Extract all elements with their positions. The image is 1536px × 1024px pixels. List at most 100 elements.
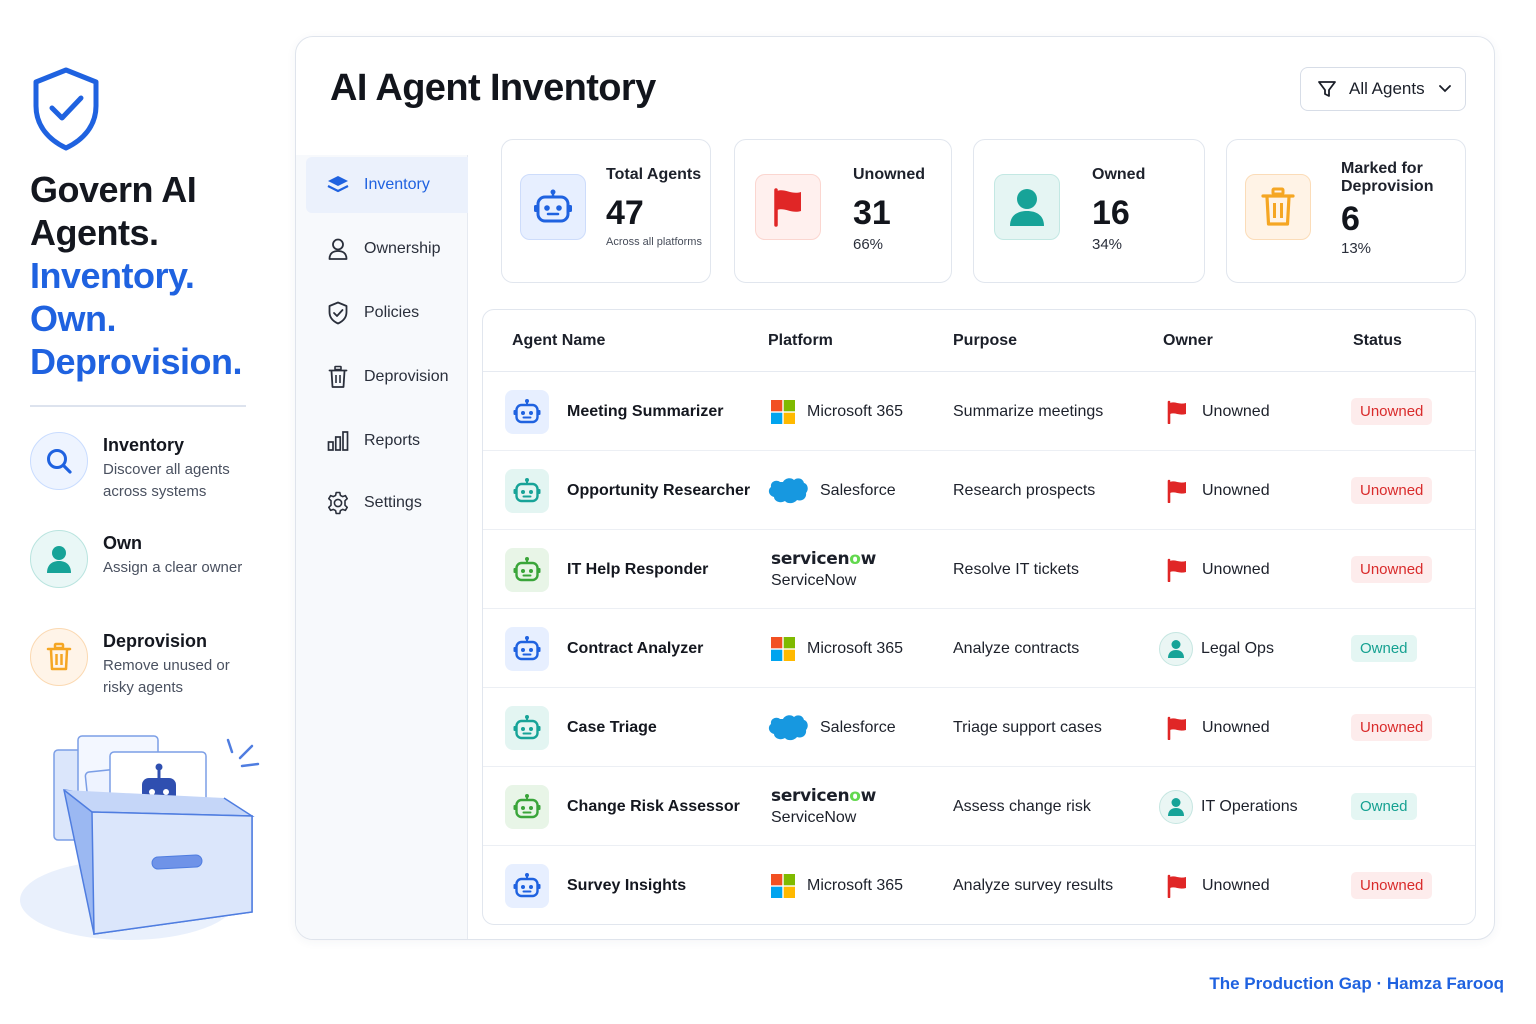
table-row[interactable]: IT Help Responder servicenow ServiceNow …: [483, 530, 1475, 609]
robot-icon: [505, 468, 549, 513]
microsoft-logo-icon: [771, 399, 795, 424]
owner-name: Unowned: [1202, 481, 1270, 499]
purpose-cell: Resolve IT tickets: [953, 560, 1079, 578]
owner-cell: Legal Ops: [1159, 609, 1274, 688]
agent-name[interactable]: Change Risk Assessor: [567, 798, 740, 816]
purpose-cell: Assess change risk: [953, 797, 1091, 815]
agent-name[interactable]: IT Help Responder: [567, 561, 708, 579]
feature-desc: Assign a clear owner: [103, 559, 243, 576]
servicenow-logo: servicenow ServiceNow: [771, 548, 877, 589]
bar-chart-icon: [326, 429, 350, 453]
table-row[interactable]: Contract Analyzer Microsoft 365 Analyze …: [483, 609, 1475, 688]
shield-check-icon: [326, 301, 350, 325]
purpose-cell: Analyze survey results: [953, 876, 1114, 894]
purpose-cell: Summarize meetings: [953, 402, 1104, 420]
flag-icon: [1166, 874, 1188, 898]
table-row[interactable]: Change Risk Assessor servicenow ServiceN…: [483, 767, 1475, 846]
flag-icon: [1166, 558, 1188, 582]
owner-cell: Unowned: [1166, 846, 1270, 924]
feature-title: Deprovision: [103, 631, 208, 651]
column-header[interactable]: Purpose: [953, 332, 1017, 350]
sidebar-item-policies[interactable]: Policies: [306, 285, 468, 341]
table-row[interactable]: Meeting Summarizer Microsoft 365 Summari…: [483, 372, 1475, 451]
platform-name: Microsoft 365: [807, 639, 904, 657]
stat-label: Owned: [1092, 166, 1146, 183]
platform-name: ServiceNow: [771, 571, 857, 589]
filter-icon: [1318, 81, 1336, 97]
status-cell: Owned: [1351, 609, 1417, 688]
column-header[interactable]: Status: [1353, 332, 1402, 350]
stat-value: 16: [1092, 194, 1130, 232]
status-badge: Unowned: [1351, 872, 1433, 899]
microsoft-logo-icon: [771, 636, 795, 661]
user-icon: [994, 174, 1060, 240]
owner-name: Legal Ops: [1201, 639, 1274, 657]
status-cell: Unowned: [1351, 688, 1433, 767]
trash-icon: [1245, 174, 1311, 240]
gear-icon: [326, 491, 350, 515]
sidebar-item-settings[interactable]: Settings: [306, 475, 468, 531]
feature-own: Own Assign a clear owner: [30, 530, 260, 588]
sidebar-item-label: Policies: [364, 304, 420, 321]
sidebar-item-deprovision[interactable]: Deprovision: [306, 349, 468, 405]
status-badge: Unowned: [1351, 714, 1433, 741]
sidebar-item-label: Reports: [364, 432, 421, 449]
sidebar-item-label: Settings: [364, 494, 422, 511]
sidebar-item-reports[interactable]: Reports: [306, 413, 468, 469]
owner-cell: Unowned: [1166, 688, 1270, 767]
table-header: Agent Name Platform Purpose Owner Status: [483, 310, 1475, 372]
status-badge: Owned: [1351, 793, 1417, 820]
platform-cell: Salesforce: [766, 688, 896, 767]
sidebar-item-inventory[interactable]: Inventory: [306, 157, 468, 213]
trash-icon: [326, 365, 350, 389]
platform-name: ServiceNow: [771, 808, 857, 826]
table-row[interactable]: Survey Insights Microsoft 365 Analyze su…: [483, 846, 1475, 924]
platform-name: Microsoft 365: [807, 876, 904, 894]
user-avatar-icon: [1159, 631, 1193, 666]
purpose-cell: Analyze contracts: [953, 639, 1080, 657]
platform-cell: servicenow ServiceNow: [771, 530, 876, 609]
feature-title: Inventory: [103, 435, 185, 455]
feature-desc: Remove unused or risky agents: [103, 657, 230, 696]
hero: Govern AI Agents. Inventory. Own. Deprov…: [30, 66, 270, 407]
platform-cell: Microsoft 365: [771, 846, 904, 924]
status-badge: Unowned: [1351, 477, 1433, 504]
status-badge: Unowned: [1351, 556, 1433, 583]
agent-name[interactable]: Survey Insights: [567, 877, 686, 895]
flag-icon: [1166, 400, 1188, 424]
agent-name[interactable]: Contract Analyzer: [567, 640, 703, 658]
sidebar: Inventory Ownership Policies Deprovision…: [296, 155, 468, 939]
stat-card-marked-for-deprovision: Marked for Deprovision 6 13%: [1226, 139, 1466, 283]
agent-name[interactable]: Meeting Summarizer: [567, 403, 723, 421]
owner-cell: Unowned: [1166, 372, 1270, 451]
owner-cell: Unowned: [1166, 451, 1270, 530]
salesforce-cloud-icon: [766, 476, 808, 506]
column-header[interactable]: Agent Name: [512, 332, 605, 350]
status-badge: Unowned: [1351, 398, 1433, 425]
column-header[interactable]: Platform: [768, 332, 833, 350]
owner-name: Unowned: [1202, 876, 1270, 894]
table-row[interactable]: Opportunity Researcher Salesforce Resear…: [483, 451, 1475, 530]
column-header[interactable]: Owner: [1163, 332, 1213, 350]
sidebar-item-ownership[interactable]: Ownership: [306, 221, 468, 277]
trash-icon: [30, 628, 88, 686]
robot-icon: [505, 547, 549, 592]
layers-icon: [326, 173, 350, 197]
microsoft-logo-icon: [771, 873, 795, 898]
stat-sub: 34%: [1092, 236, 1123, 253]
table-row[interactable]: Case Triage Salesforce Triage support ca…: [483, 688, 1475, 767]
agent-name[interactable]: Case Triage: [567, 719, 657, 737]
owner-cell: Unowned: [1166, 530, 1270, 609]
sidebar-item-label: Inventory: [364, 176, 430, 193]
status-cell: Owned: [1351, 767, 1417, 846]
servicenow-logo: servicenow ServiceNow: [771, 785, 877, 826]
user-icon: [326, 237, 350, 261]
platform-cell: Microsoft 365: [771, 372, 903, 451]
agent-name[interactable]: Opportunity Researcher: [567, 482, 750, 500]
agent-filter-dropdown[interactable]: All Agents: [1300, 67, 1466, 111]
chevron-down-icon: [1438, 85, 1451, 93]
footer-credit: The Production Gap · Hamza Farooq: [1209, 974, 1504, 993]
feature-title: Own: [103, 533, 142, 553]
sidebar-item-label: Deprovision: [364, 368, 449, 385]
robot-icon: [505, 389, 549, 434]
